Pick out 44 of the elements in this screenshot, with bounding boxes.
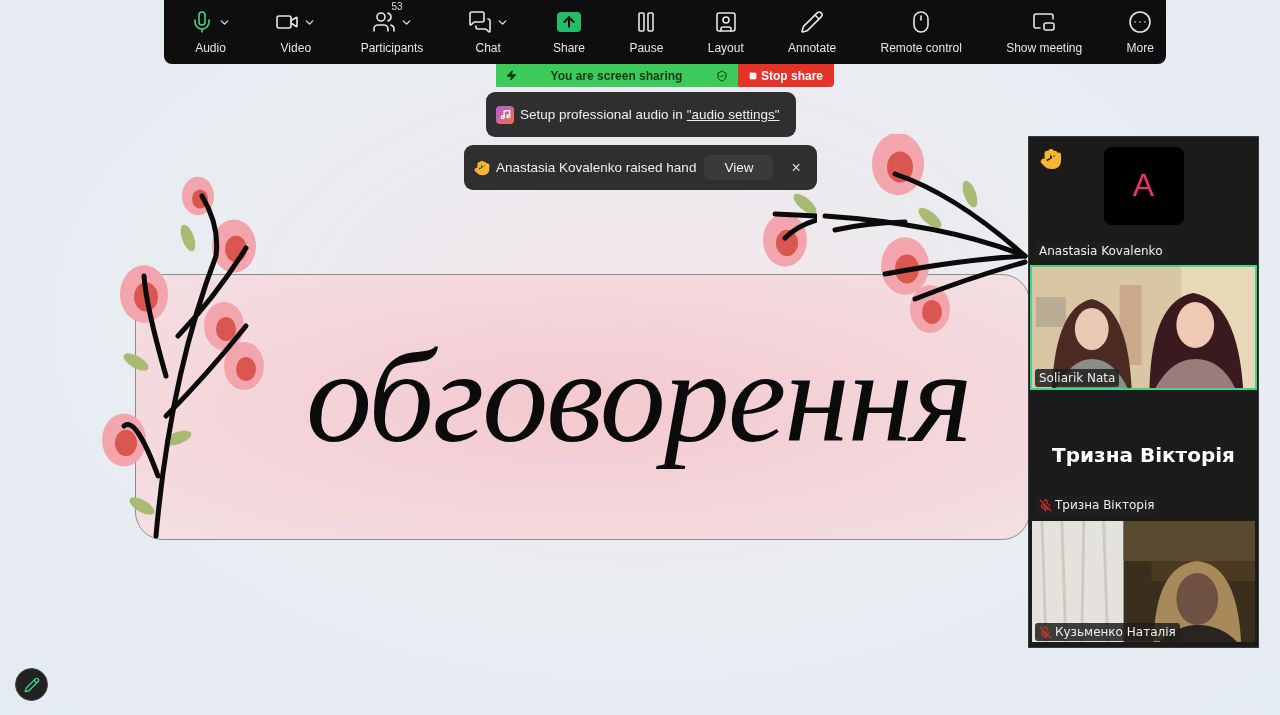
sharing-status-text: You are screen sharing <box>550 68 683 83</box>
toolbar-button[interactable]: Chat <box>465 0 511 64</box>
toolbar-button[interactable]: Video <box>273 0 319 64</box>
participant-name-text: Soliarik Nata <box>1039 371 1116 385</box>
share-icon <box>557 12 582 32</box>
audio-settings-link[interactable]: "audio settings" <box>686 107 780 122</box>
window-icon <box>1032 10 1057 34</box>
pencil-icon <box>800 10 825 34</box>
video-tile[interactable]: Тризна Вікторія Тризна Вікторія <box>1030 392 1257 517</box>
audio-tip-text: Setup professional audio in "audio settings" <box>520 107 780 122</box>
chat-icon <box>467 10 492 34</box>
pencil-icon <box>23 676 40 693</box>
lightning-icon <box>506 70 517 81</box>
participant-count: 53 <box>391 1 403 12</box>
more-icon <box>1128 10 1153 34</box>
shield-icon <box>716 69 728 82</box>
participant-name-text: Кузьменко Наталія <box>1055 625 1176 639</box>
avatar: A <box>1103 146 1184 225</box>
toolbar-button[interactable]: Show meeting <box>1004 0 1085 64</box>
slide-title: обговорення <box>305 321 972 472</box>
music-icon <box>496 105 514 124</box>
stop-icon <box>749 71 757 80</box>
toolbar-button[interactable]: 53 Participants <box>358 0 426 64</box>
toolbar-button[interactable]: Remote control <box>878 0 964 64</box>
annotate-button[interactable] <box>15 668 48 701</box>
toolbar-button[interactable]: Audio <box>188 0 233 64</box>
participant-name-text: Anastasia Kovalenko <box>1039 244 1163 258</box>
toolbar-button[interactable]: Annotate <box>786 0 839 64</box>
participant-name-display: Тризна Вікторія <box>1052 442 1235 467</box>
stop-share-button[interactable]: Stop share <box>738 64 834 87</box>
toolbar-button[interactable]: Share <box>551 0 588 64</box>
toolbar-button[interactable]: Layout <box>705 0 746 64</box>
view-button[interactable]: View <box>704 155 774 180</box>
video-tile[interactable]: A Anastasia Kovalenko <box>1030 138 1257 263</box>
video-tile[interactable]: Кузьменко Наталія <box>1030 519 1257 644</box>
people-icon <box>371 10 396 34</box>
toolbar-button[interactable]: More <box>1124 0 1156 64</box>
raised-hand-text: Anastasia Kovalenko raised hand <box>496 160 697 175</box>
toolbar-button[interactable]: Pause <box>627 0 666 64</box>
video-tile[interactable]: Soliarik Nata <box>1030 265 1257 390</box>
participant-name-text: Тризна Вікторія <box>1055 498 1155 512</box>
hand-icon <box>474 159 490 176</box>
portrait-icon <box>713 10 738 34</box>
close-button[interactable]: × <box>787 158 805 177</box>
